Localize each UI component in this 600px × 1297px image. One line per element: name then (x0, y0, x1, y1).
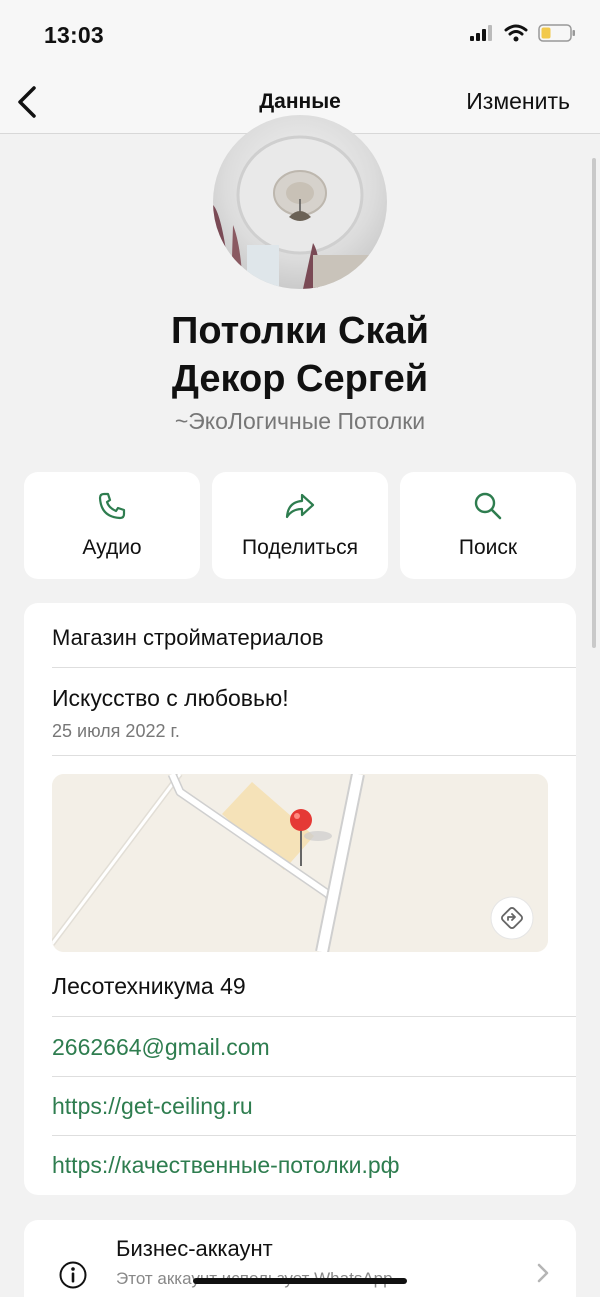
profile-subtitle: ~ЭкоЛогичные Потолки (174, 408, 426, 434)
phone-icon (97, 491, 127, 526)
email-link[interactable]: 2662664@gmail.com (52, 1034, 270, 1061)
business-account-title: Бизнес-аккаунт (116, 1236, 273, 1261)
search-button[interactable]: Поиск (400, 472, 576, 579)
website-link-2[interactable]: https://качественные-потолки.рф (52, 1152, 400, 1179)
search-label: Поиск (458, 536, 518, 559)
location-map[interactable] (52, 774, 548, 952)
chevron-right-icon (536, 1262, 550, 1289)
divider (52, 1135, 576, 1136)
info-icon (58, 1260, 88, 1295)
status-bar: 13:03 (0, 0, 600, 70)
directions-icon[interactable] (500, 906, 524, 930)
website-link-1[interactable]: https://get-ceiling.ru (52, 1093, 253, 1120)
share-label: Поделиться (242, 536, 358, 559)
status-time: 13:03 (44, 22, 104, 48)
status-icons (470, 24, 576, 47)
address[interactable]: Лесотехникума 49 (52, 973, 246, 1000)
share-button[interactable]: Поделиться (212, 472, 388, 579)
battery-icon (538, 24, 576, 47)
edit-button[interactable]: Изменить (466, 88, 570, 115)
divider (52, 1076, 576, 1077)
business-info-card: Магазин стройматериалов Искусство с любо… (24, 603, 576, 1195)
divider (52, 1016, 576, 1017)
wifi-icon (504, 24, 528, 47)
audio-call-button[interactable]: Аудио (24, 472, 200, 579)
divider (52, 667, 576, 668)
action-buttons: Аудио Поделиться Поиск (24, 472, 576, 579)
scrollbar[interactable] (592, 158, 596, 648)
share-icon (284, 491, 316, 526)
home-indicator[interactable] (193, 1278, 407, 1284)
business-account-row[interactable]: Бизнес-аккаунт Этот аккаунт использует W… (24, 1220, 576, 1297)
search-icon (473, 491, 503, 526)
avatar[interactable] (213, 115, 387, 289)
about-date: 25 июля 2022 г. (52, 721, 180, 741)
about-text: Искусство с любовью! (52, 685, 289, 711)
audio-label: Аудио (82, 536, 142, 559)
profile-name: Потолки Скай Декор Сергей (171, 310, 429, 400)
business-category: Магазин стройматериалов (52, 625, 324, 650)
divider (52, 755, 576, 756)
signal-icon (470, 25, 494, 46)
